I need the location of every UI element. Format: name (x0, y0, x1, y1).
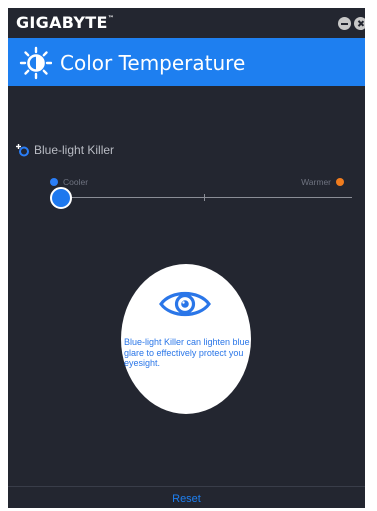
slider-thumb[interactable] (50, 187, 72, 209)
warmer-dot-icon (336, 178, 344, 186)
cooler-dot-icon (50, 178, 58, 186)
reset-button[interactable]: Reset (8, 490, 365, 508)
title-bar: GIGABYTE™ (8, 8, 365, 38)
close-button[interactable] (354, 17, 365, 30)
slider-center-tick (204, 194, 205, 201)
slider-track[interactable] (50, 197, 352, 198)
brand-name: GIGABYTE (16, 13, 108, 32)
minimize-button[interactable] (338, 17, 351, 30)
brand-logo: GIGABYTE™ (16, 13, 114, 32)
app-window: GIGABYTE™ Color Temperature Blue-light K… (8, 8, 365, 508)
sun-icon (19, 46, 52, 80)
blue-light-killer-label: Blue-light Killer (16, 142, 114, 158)
blue-light-icon (16, 144, 29, 157)
footer-divider (8, 486, 365, 487)
info-bubble: Blue-light Killer can lighten blue glare… (121, 264, 251, 414)
color-temperature-slider[interactable] (50, 186, 352, 210)
section-title: Blue-light Killer (34, 143, 115, 157)
page-header: Color Temperature (8, 38, 365, 86)
page-title: Color Temperature (60, 51, 246, 75)
brand-trademark: ™ (107, 15, 115, 22)
eye-icon (159, 291, 211, 317)
info-text: Blue-light Killer can lighten blue glare… (124, 337, 250, 368)
